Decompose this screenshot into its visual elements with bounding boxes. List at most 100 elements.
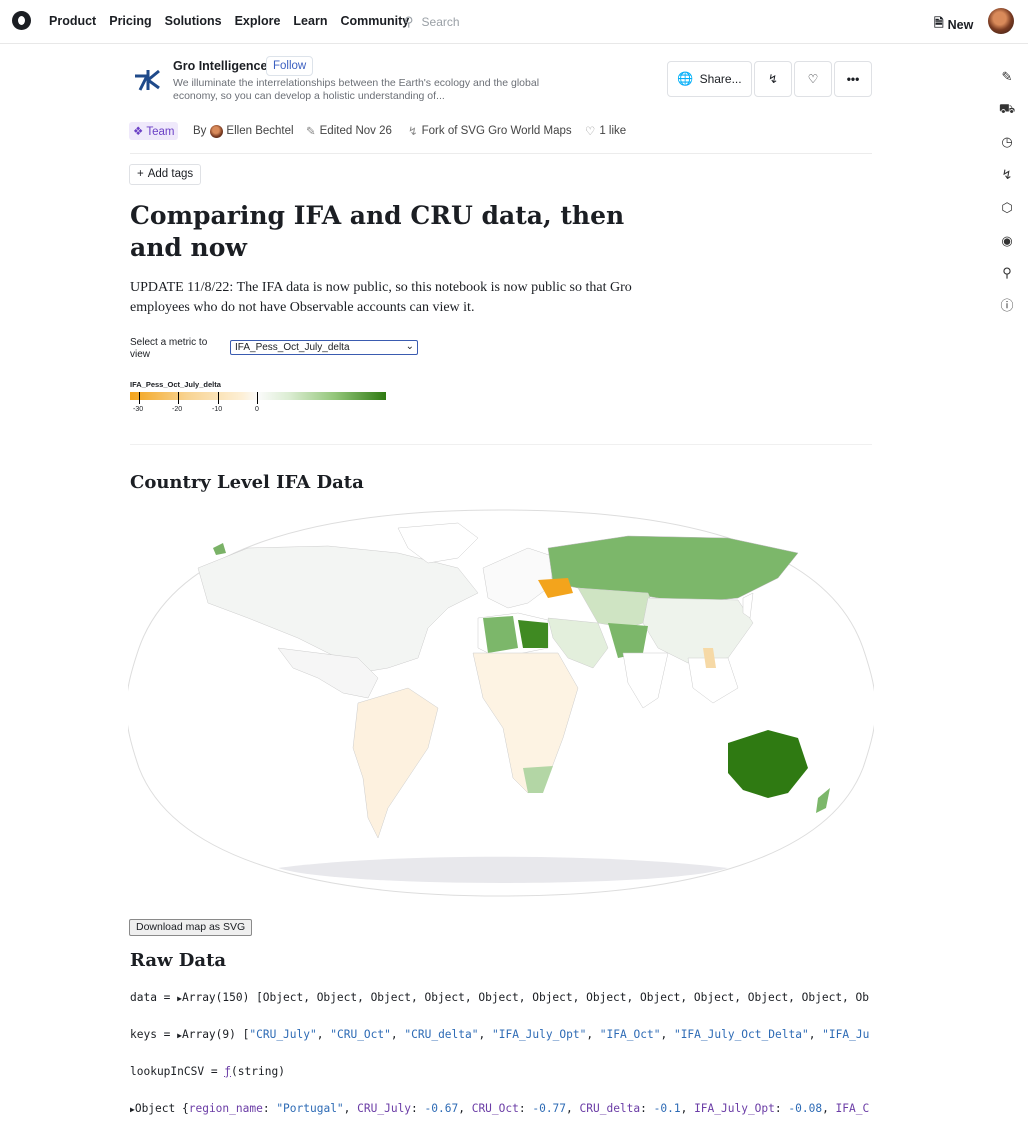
- new-button[interactable]: 🗎 New: [934, 14, 973, 35]
- like-button[interactable]: ♡: [794, 61, 832, 97]
- more-button[interactable]: •••: [834, 61, 872, 97]
- fork-icon: ↯: [767, 72, 779, 86]
- divider: [130, 444, 872, 445]
- keys-array-label: Array(9): [181, 1028, 236, 1041]
- nav-explore[interactable]: Explore: [235, 14, 281, 28]
- share-button[interactable]: 🌐 Share...: [667, 61, 752, 97]
- key-string: "IFA_July_Oct_Delta": [673, 1028, 809, 1041]
- top-nav: Product Pricing Solutions Explore Learn …: [0, 0, 1028, 44]
- object-label: Object: [134, 1102, 176, 1115]
- metric-select-value: IFA_Pess_Oct_July_delta: [235, 342, 350, 353]
- lookup-args: (string): [231, 1065, 285, 1078]
- update-note: UPDATE 11/8/22: The IFA data is now publ…: [130, 280, 632, 315]
- history-icon[interactable]: ◷: [998, 133, 1016, 151]
- legend-title: IFA_Pess_Oct_July_delta: [130, 380, 221, 389]
- observable-logo-icon[interactable]: [12, 11, 31, 30]
- legend-tick-label: 0: [255, 406, 259, 413]
- fork-info[interactable]: ↯ Fork of SVG Gro World Maps: [408, 122, 572, 140]
- more-icon: •••: [846, 72, 860, 86]
- chevron-down-icon: ⌄: [405, 341, 414, 352]
- heart-icon: ♡: [807, 72, 819, 86]
- add-tags-label: Add tags: [147, 168, 194, 180]
- key-string: "IFA_Oct": [599, 1028, 661, 1041]
- key-string: "CRU_July": [249, 1028, 317, 1041]
- author-avatar: [210, 124, 224, 138]
- key-string: "CRU_delta": [404, 1028, 479, 1041]
- follow-button[interactable]: Follow: [266, 56, 314, 76]
- field-key: CRU_delta: [579, 1102, 641, 1115]
- world-map: [128, 509, 874, 897]
- lookup-cell-output[interactable]: lookupInCSV = ƒ(string): [130, 1065, 874, 1078]
- edited-label: Edited Nov 26: [319, 125, 392, 137]
- cube-icon[interactable]: ⬡: [998, 199, 1016, 217]
- nav-links: Product Pricing Solutions Explore Learn …: [49, 14, 422, 28]
- field-value: -0.1: [653, 1102, 681, 1115]
- algeria: [483, 616, 518, 653]
- key-string: "CRU_Oct": [330, 1028, 391, 1041]
- metric-select[interactable]: IFA_Pess_Oct_July_delta ⌄: [230, 340, 418, 355]
- libya: [518, 620, 548, 648]
- legend-tick: [257, 392, 258, 404]
- by-label: By: [193, 125, 207, 137]
- keys-prefix: keys =: [130, 1028, 178, 1041]
- plus-icon: +: [137, 168, 144, 180]
- search-input[interactable]: ⚲ Search: [404, 14, 460, 30]
- data-prefix: data =: [130, 991, 178, 1004]
- search-icon: ⚲: [404, 14, 414, 29]
- key-string: "IFA_Ju: [822, 1028, 870, 1041]
- gro-intelligence-logo[interactable]: [132, 66, 162, 94]
- legend-tick: [218, 392, 219, 404]
- nav-product[interactable]: Product: [49, 14, 96, 28]
- user-avatar[interactable]: [988, 8, 1014, 34]
- nav-community[interactable]: Community: [340, 14, 409, 28]
- fork-icon: ↯: [408, 126, 418, 138]
- field-value: "Portugal": [276, 1102, 344, 1115]
- search-icon[interactable]: ⚲: [998, 264, 1016, 282]
- notebook-title: Comparing IFA and CRU data, then and now: [130, 201, 625, 262]
- nav-solutions[interactable]: Solutions: [165, 14, 222, 28]
- object-cell-output[interactable]: ▶Object {region_name: "Portugal", CRU_Ju…: [130, 1102, 874, 1115]
- org-description: We illuminate the interrelationships bet…: [173, 77, 540, 102]
- field-value: -0.08: [788, 1102, 823, 1115]
- team-badge[interactable]: ❖ Team: [129, 122, 179, 140]
- legend-tick-label: -20: [172, 406, 183, 413]
- field-key: CRU_July: [357, 1102, 412, 1115]
- data-cell-output[interactable]: data = ▶Array(150) [Object, Object, Obje…: [130, 991, 874, 1004]
- field-key: IFA_July_Opt: [694, 1102, 775, 1115]
- author-info: By Ellen Bechtel: [193, 122, 294, 140]
- pencil-icon: ✎: [306, 126, 316, 138]
- fork-button[interactable]: ↯: [754, 61, 792, 97]
- keys-cell-output[interactable]: keys = ▶Array(9) ["CRU_July", "CRU_Oct",…: [130, 1028, 874, 1041]
- legend-color-ramp: [130, 392, 386, 400]
- field-key: IFA_C: [835, 1102, 870, 1115]
- add-tags-button[interactable]: + Add tags: [129, 164, 202, 185]
- database-icon[interactable]: ⛟: [998, 100, 1016, 118]
- heart-icon: ♡: [585, 126, 596, 138]
- new-label: New: [947, 17, 974, 32]
- new-notebook-icon: 🗎: [934, 16, 944, 30]
- likes-info[interactable]: ♡ 1 like: [585, 122, 626, 140]
- branch-icon[interactable]: ↯: [998, 166, 1016, 184]
- metric-select-label: Select a metric to view: [130, 337, 208, 360]
- nav-learn[interactable]: Learn: [293, 14, 327, 28]
- data-summary: Array(150) [Object, Object, Object, Obje…: [181, 991, 869, 1004]
- edit-icon[interactable]: ✎: [998, 68, 1016, 86]
- lookup-prefix: lookupInCSV =: [130, 1065, 225, 1078]
- edited-info[interactable]: ✎ Edited Nov 26: [306, 122, 392, 140]
- author-name[interactable]: Ellen Bechtel: [226, 125, 293, 137]
- team-label: Team: [146, 126, 175, 138]
- small-island: [213, 543, 226, 555]
- help-icon[interactable]: ⓘ: [998, 297, 1016, 315]
- map-heading: Country Level IFA Data: [130, 472, 364, 493]
- org-name[interactable]: Gro Intelligence: [173, 59, 267, 73]
- fork-label: Fork of SVG Gro World Maps: [421, 125, 572, 137]
- eye-icon[interactable]: ◉: [998, 232, 1016, 250]
- likes-label: 1 like: [599, 125, 627, 137]
- legend-tick-label: -10: [212, 406, 223, 413]
- legend-tick: [139, 392, 140, 404]
- search-placeholder: Search: [421, 15, 460, 29]
- field-key: region_name: [188, 1102, 263, 1115]
- key-string: "IFA_July_Opt": [491, 1028, 587, 1041]
- download-svg-button[interactable]: Download map as SVG: [129, 919, 253, 936]
- nav-pricing[interactable]: Pricing: [109, 14, 151, 28]
